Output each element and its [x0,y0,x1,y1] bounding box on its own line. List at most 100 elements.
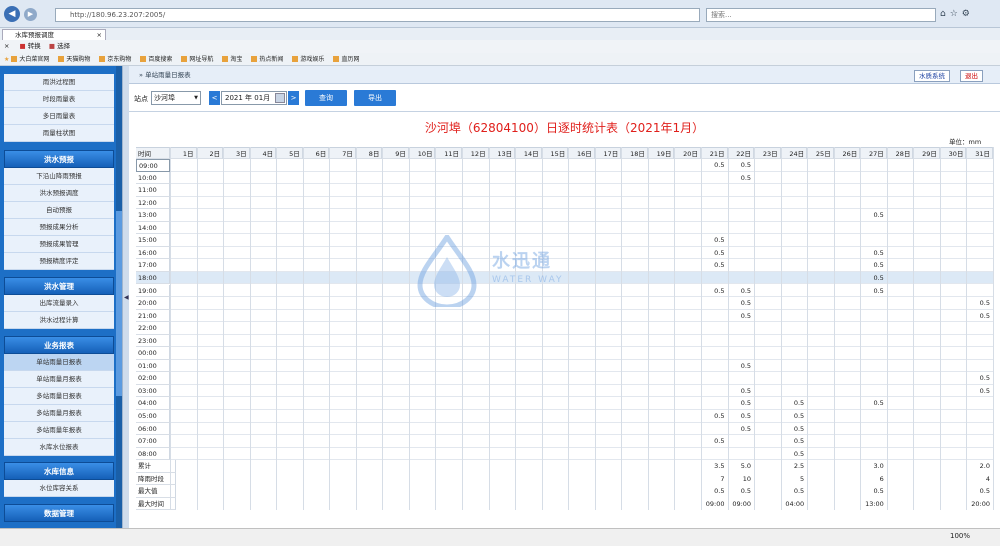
station-select[interactable]: 沙河埠 ▼ [151,91,201,105]
forward-icon[interactable]: ▶ [24,8,37,21]
favorite-link[interactable]: 大白菜官网 [11,53,49,65]
export-button[interactable]: 导出 [354,90,396,106]
time-cell: 19:00 [136,284,170,298]
sidebar-group-title[interactable]: 水库信息 [4,462,114,480]
favorite-link[interactable]: 网址导航 [181,53,213,65]
table-header-day: 5日 [276,147,303,159]
sidebar-item[interactable]: 时段雨量表 [4,91,114,108]
table-row [136,360,993,373]
favorite-link[interactable]: 游戏娱乐 [292,53,324,65]
column-divider [886,147,888,511]
date-field[interactable]: 2021 年 01月 [221,91,287,105]
sidebar-item[interactable]: 预报成果分析 [4,219,114,236]
sidebar-item[interactable]: 单站雨量月报表 [4,371,114,388]
column-divider [408,147,410,511]
time-cell: 06:00 [136,422,170,436]
table-header-day: 4日 [249,147,277,159]
back-icon[interactable]: ◀ [4,6,20,22]
summary-value: 0.5 [873,487,884,496]
table-header-day: 27日 [860,147,887,159]
favorite-link[interactable]: 天猫购物 [58,53,90,65]
time-cell: 10:00 [136,171,170,185]
rain-value: 0.5 [979,386,990,395]
sidebar-item[interactable]: 出库流量录入 [4,295,114,312]
summary-value: 10 [742,474,752,483]
sidebar-item[interactable]: 多站雨量年报表 [4,422,114,439]
sidebar-collapse-handle[interactable]: ◀ [122,66,129,528]
rain-value: 0.5 [873,248,884,257]
table-header-day: 30日 [939,147,967,159]
table-row [136,234,993,247]
sidebar-item[interactable]: 预报精度评定 [4,253,114,270]
time-cell: 22:00 [136,322,170,335]
rain-value: 0.5 [740,286,752,295]
select-button[interactable]: 选择 [57,42,70,50]
sidebar-item[interactable]: 水位库容关系 [4,480,114,497]
next-month-button[interactable]: > [288,91,299,105]
toolbar-icons[interactable]: ⌂☆⚙ [940,9,974,19]
sidebar-group-title[interactable]: 数据管理 [4,504,114,522]
sidebar-group-title[interactable]: 洪水预报 [4,150,114,168]
favorite-link[interactable]: 百度搜索 [140,53,172,65]
rain-value: 0.5 [740,311,752,320]
sidebar-item-active[interactable]: 单站雨量日报表 [4,354,114,371]
table-header-day: 17日 [594,147,622,159]
sidebar-item[interactable]: 多日雨量表 [4,108,114,125]
close-icon[interactable]: × [4,42,9,50]
calendar-icon[interactable] [275,93,285,103]
sidebar-item[interactable]: 水库水位报表 [4,439,114,456]
column-divider [568,147,570,511]
close-icon[interactable]: × [97,30,102,40]
time-cell: 20:00 [136,297,170,310]
address-bar[interactable]: http://180.96.23.207:2005/ [55,8,700,22]
breadcrumb-label: 单站雨量日报表 [145,71,191,79]
time-cell: 03:00 [136,384,170,398]
sidebar-item[interactable]: 下沿山降雨预报 [4,168,114,185]
search-box[interactable]: 搜索... [706,8,936,22]
rain-value: 0.5 [714,412,725,420]
sidebar-group-flood-management: 洪水管理 出库流量录入 洪水过程计算 [4,277,114,329]
favorite-link[interactable]: 京东购物 [99,53,131,65]
browser-tab[interactable]: 水库预报调度 × [2,29,106,40]
sidebar: 雨洪过程图 时段雨量表 多日雨量表 雨量柱状图 洪水预报 下沿山降雨预报 洪水预… [0,66,122,528]
station-label: 站点 [134,95,148,103]
column-divider [727,147,729,511]
favorite-link[interactable]: 直历网 [333,53,359,65]
rain-value: 0.5 [740,386,752,395]
convert-button[interactable]: 转换 [28,42,41,50]
favorite-link[interactable]: 热点新闻 [251,53,283,65]
favorite-link[interactable]: 淘宝 [222,53,242,65]
prev-month-button[interactable]: < [209,91,220,105]
column-divider [993,147,994,511]
rain-value: 0.5 [793,399,805,408]
table-header-day: 18日 [621,147,648,159]
table-header-day: 10日 [408,147,436,159]
sidebar-item[interactable]: 洪水预报调度 [4,185,114,202]
table-header-day: 13日 [488,147,516,159]
status-bar: 100% [0,528,1000,546]
exit-button[interactable]: 退出 [960,70,983,82]
zoom-level[interactable]: 100% [950,532,970,540]
table-header-day: 29日 [913,147,940,159]
sidebar-item[interactable]: 多站雨量月报表 [4,405,114,422]
sidebar-item[interactable]: 雨洪过程图 [4,74,114,91]
time-cell: 12:00 [136,196,170,210]
sidebar-item[interactable]: 多站雨量日报表 [4,388,114,405]
favorites-bar: ★ 大白菜官网 天猫购物 京东购物 百度搜索 网址导航 淘宝 热点新闻 游戏娱乐 直历网 [0,53,1000,66]
table-row [136,372,993,385]
sidebar-item[interactable]: 预报成果管理 [4,236,114,253]
column-divider [913,147,915,511]
column-divider [382,147,384,511]
sidebar-group-title[interactable]: 业务报表 [4,336,114,354]
rain-value: 0.5 [873,286,884,295]
water-quality-system-button[interactable]: 水质系统 [914,70,950,82]
sidebar-item[interactable]: 洪水过程计算 [4,312,114,329]
sidebar-group-title[interactable]: 洪水管理 [4,277,114,295]
query-button[interactable]: 查询 [305,90,347,106]
table-header-day: 1日 [170,147,197,159]
sidebar-item[interactable]: 雨量柱状图 [4,125,114,142]
rain-value: 0.5 [740,412,752,420]
sidebar-item[interactable]: 自动预报 [4,202,114,219]
time-cell: 21:00 [136,309,170,323]
breadcrumb-arrow-icon: » [139,71,143,79]
